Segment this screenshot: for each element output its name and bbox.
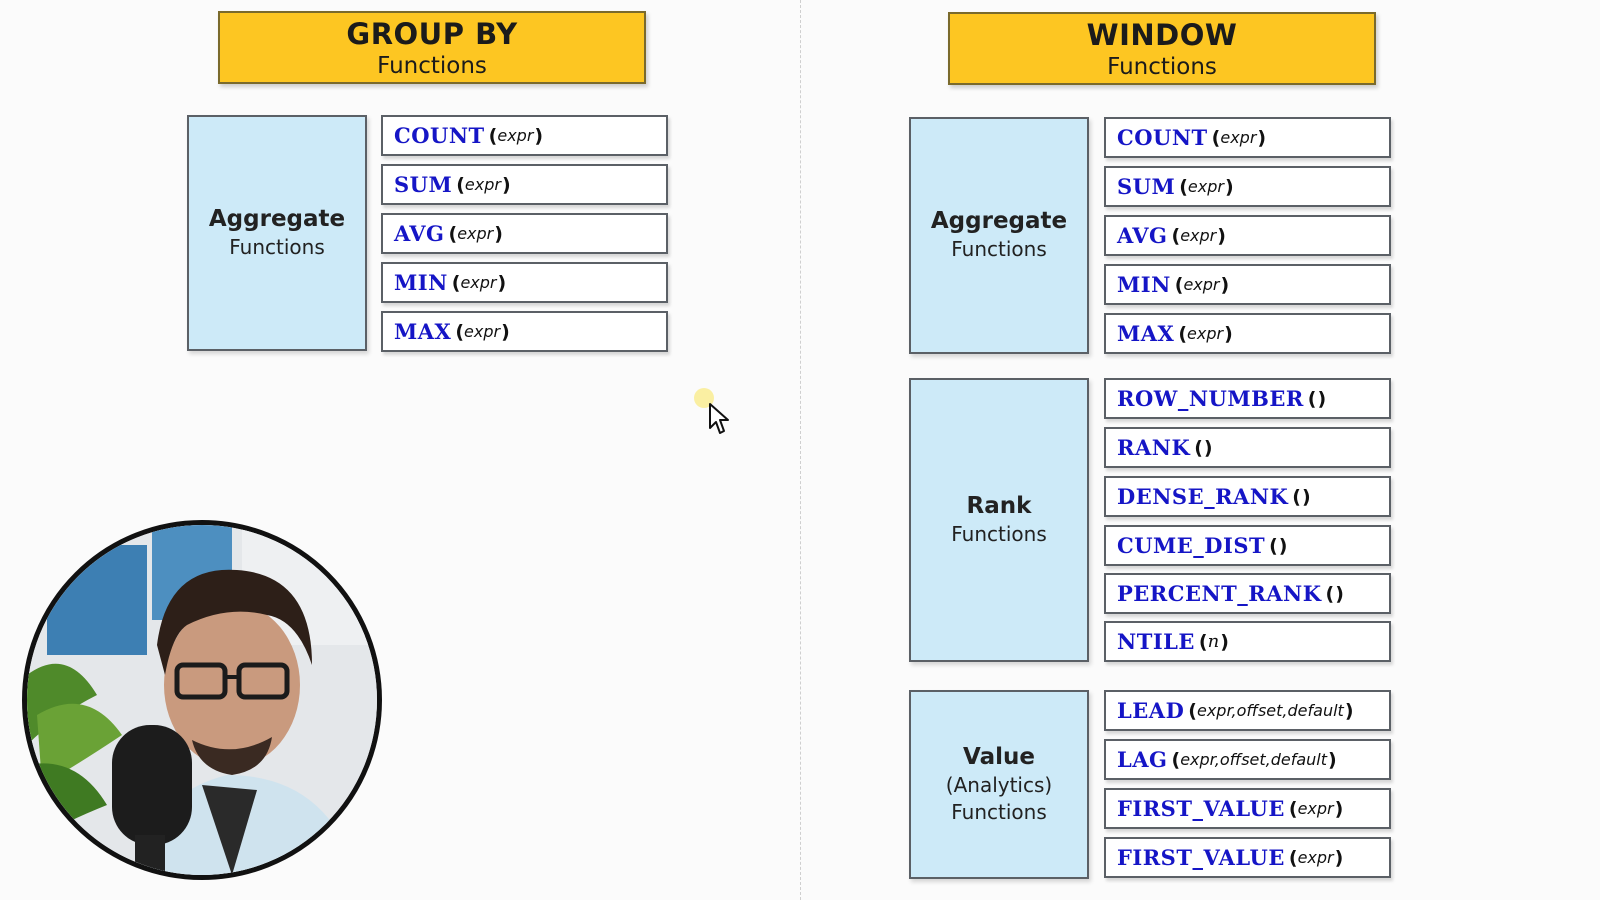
window-aggregate-category: Aggregate Functions [909, 117, 1089, 354]
function-name: CUME_DIST [1117, 533, 1266, 558]
function-name: SUM [394, 172, 453, 197]
function-arg: expr [1297, 848, 1334, 867]
center-divider [800, 0, 801, 900]
group-by-function-sum: SUM(expr) [381, 164, 668, 205]
function-arg: n [1207, 631, 1220, 652]
function-name: ROW_NUMBER [1117, 386, 1304, 411]
function-name: DENSE_RANK [1117, 484, 1289, 509]
category-title: Aggregate [930, 208, 1068, 234]
function-name: AVG [1117, 223, 1168, 248]
group-by-header: GROUP BY Functions [218, 11, 646, 84]
function-arg: expr [1180, 226, 1217, 245]
group-by-subtitle: Functions [377, 53, 487, 79]
window-function-cume-dist: CUME_DIST() [1104, 525, 1391, 566]
window-function-avg: AVG(expr) [1104, 215, 1391, 256]
function-arg: expr,offset,default [1180, 750, 1328, 769]
function-name: LEAD [1117, 698, 1185, 723]
function-arg: expr [1220, 128, 1257, 147]
function-arg: expr [460, 273, 497, 292]
function-arg: expr [1187, 324, 1224, 343]
window-function-first-value: FIRST_VALUE(expr) [1104, 788, 1391, 829]
category-title: Value [963, 743, 1035, 770]
function-arg: expr [1187, 177, 1224, 196]
window-function-first-value-2: FIRST_VALUE(expr) [1104, 837, 1391, 878]
window-function-lead: LEAD(expr,offset,default) [1104, 690, 1391, 731]
function-arg: expr [464, 175, 501, 194]
function-name: COUNT [1117, 125, 1208, 150]
function-name: AVG [394, 221, 445, 246]
window-function-ntile: NTILE(n) [1104, 621, 1391, 662]
function-name: MIN [1117, 272, 1171, 297]
function-name: PERCENT_RANK [1117, 581, 1322, 606]
window-rank-category: Rank Functions [909, 378, 1089, 662]
function-arg: expr [457, 224, 494, 243]
window-title: WINDOW [1086, 18, 1238, 52]
window-value-category: Value (Analytics) Functions [909, 690, 1089, 879]
function-name: MAX [394, 319, 452, 344]
function-name: FIRST_VALUE [1117, 845, 1285, 870]
category-subtitle: Functions [951, 237, 1047, 261]
function-arg: expr [497, 126, 534, 145]
group-by-function-min: MIN(expr) [381, 262, 668, 303]
function-name: RANK [1117, 435, 1191, 460]
presenter-webcam [22, 520, 382, 880]
function-name: LAG [1117, 747, 1168, 772]
window-function-min: MIN(expr) [1104, 264, 1391, 305]
function-name: MAX [1117, 321, 1175, 346]
group-by-title: GROUP BY [346, 17, 518, 51]
presenter-video-frame [27, 525, 377, 875]
window-function-percent-rank: PERCENT_RANK() [1104, 573, 1391, 614]
function-name: MIN [394, 270, 448, 295]
group-by-function-avg: AVG(expr) [381, 213, 668, 254]
window-function-count: COUNT(expr) [1104, 117, 1391, 158]
category-subtitle-line-2: Functions [951, 799, 1047, 824]
window-function-dense-rank: DENSE_RANK() [1104, 476, 1391, 517]
category-subtitle: Functions [951, 521, 1047, 546]
category-subtitle-line-1: (Analytics) [945, 772, 1053, 797]
group-by-aggregate-category: Aggregate Functions [187, 115, 367, 351]
function-name: SUM [1117, 174, 1176, 199]
category-title: Rank [966, 492, 1032, 519]
function-name: COUNT [394, 123, 485, 148]
function-arg: expr [1183, 275, 1220, 294]
window-function-rank: RANK() [1104, 427, 1391, 468]
function-arg: expr [1297, 799, 1334, 818]
function-arg: expr,offset,default [1196, 701, 1344, 720]
window-header: WINDOW Functions [948, 12, 1376, 85]
group-by-function-count: COUNT(expr) [381, 115, 668, 156]
category-subtitle: Functions [229, 234, 325, 259]
mouse-pointer-icon [709, 403, 729, 434]
window-function-max: MAX(expr) [1104, 313, 1391, 354]
window-function-row-number: ROW_NUMBER() [1104, 378, 1391, 419]
group-by-function-max: MAX(expr) [381, 311, 668, 352]
function-name: NTILE [1117, 629, 1195, 654]
window-function-lag: LAG(expr,offset,default) [1104, 739, 1391, 780]
function-name: FIRST_VALUE [1117, 796, 1285, 821]
function-arg: expr [464, 322, 501, 341]
category-title: Aggregate [208, 205, 346, 232]
window-function-sum: SUM(expr) [1104, 166, 1391, 207]
window-subtitle: Functions [1107, 54, 1217, 80]
